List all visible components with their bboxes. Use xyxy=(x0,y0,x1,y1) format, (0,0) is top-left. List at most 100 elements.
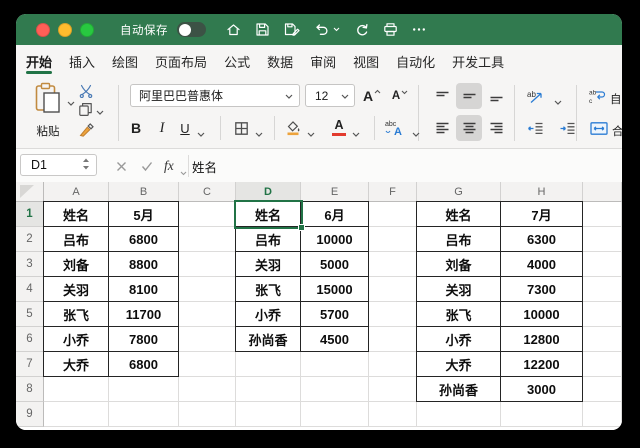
grid-cell-extra-9[interactable] xyxy=(583,402,622,427)
align-middle-button[interactable] xyxy=(456,83,482,109)
column-header-C[interactable]: C xyxy=(179,182,236,202)
grid-cell-E8[interactable] xyxy=(301,377,369,402)
phonetic-chevron-icon[interactable] xyxy=(412,125,420,143)
cell-G6[interactable]: 小乔 xyxy=(417,327,501,352)
cell-A2[interactable]: 吕布 xyxy=(44,227,109,252)
grid-cell-F2[interactable] xyxy=(369,227,417,252)
grid-cell-D7[interactable] xyxy=(236,352,301,377)
grid-cell-A9[interactable] xyxy=(44,402,109,427)
ribbon-tab-9[interactable]: 自动化 xyxy=(396,45,435,78)
cell-H5[interactable]: 10000 xyxy=(501,302,583,327)
print-icon[interactable] xyxy=(383,22,398,37)
save-as-icon[interactable] xyxy=(284,22,300,37)
align-left-button[interactable] xyxy=(430,116,454,140)
select-all-corner[interactable] xyxy=(16,182,44,202)
grid-cell-C8[interactable] xyxy=(179,377,236,402)
grid-cell-G9[interactable] xyxy=(417,402,501,427)
grid-cell-C6[interactable] xyxy=(179,327,236,352)
grid-cell-extra-8[interactable] xyxy=(583,377,622,402)
grid-cell-B9[interactable] xyxy=(109,402,179,427)
grid-cell-C9[interactable] xyxy=(179,402,236,427)
merge-center-label[interactable]: 合并后居中 xyxy=(612,123,622,139)
grid-cell-D9[interactable] xyxy=(236,402,301,427)
grid-cell-F6[interactable] xyxy=(369,327,417,352)
merge-center-icon[interactable] xyxy=(588,116,610,140)
grid-cell-C5[interactable] xyxy=(179,302,236,327)
ribbon-tab-4[interactable]: 页面布局 xyxy=(155,45,207,78)
underline-chevron-icon[interactable] xyxy=(197,125,205,143)
ribbon-tab-3[interactable]: 绘图 xyxy=(112,45,138,78)
column-header-D[interactable]: D xyxy=(236,182,301,202)
row-header-8[interactable]: 8 xyxy=(16,377,44,402)
cell-E2[interactable]: 10000 xyxy=(301,227,369,252)
column-header-B[interactable]: B xyxy=(109,182,179,202)
cell-H2[interactable]: 6300 xyxy=(501,227,583,252)
font-color-icon[interactable]: A xyxy=(330,115,348,139)
column-header-H[interactable]: H xyxy=(501,182,583,202)
cell-A6[interactable]: 小乔 xyxy=(44,327,109,352)
grid-cell-F8[interactable] xyxy=(369,377,417,402)
row-header-4[interactable]: 4 xyxy=(16,277,44,302)
column-header-extra[interactable] xyxy=(583,182,622,202)
decrease-indent-icon[interactable] xyxy=(522,116,548,140)
home-icon[interactable] xyxy=(226,22,241,37)
cell-D5[interactable]: 小乔 xyxy=(236,302,301,327)
save-icon[interactable] xyxy=(255,22,270,37)
grid-cell-F7[interactable] xyxy=(369,352,417,377)
bold-button[interactable]: B xyxy=(126,116,146,140)
close-button[interactable] xyxy=(36,23,50,37)
grid-cell-F5[interactable] xyxy=(369,302,417,327)
cell-A3[interactable]: 刘备 xyxy=(44,252,109,277)
paste-chevron-icon[interactable] xyxy=(67,94,75,112)
align-top-button[interactable] xyxy=(430,84,454,108)
cell-G3[interactable]: 刘备 xyxy=(417,252,501,277)
align-center-button[interactable] xyxy=(456,115,482,141)
ribbon-tab-5[interactable]: 公式 xyxy=(224,45,250,78)
enter-icon[interactable] xyxy=(138,157,156,175)
ribbon-tab-2[interactable]: 插入 xyxy=(69,45,95,78)
grid-cell-D8[interactable] xyxy=(236,377,301,402)
grid-cell-E9[interactable] xyxy=(301,402,369,427)
cell-A5[interactable]: 张飞 xyxy=(44,302,109,327)
grid-cell-F1[interactable] xyxy=(369,202,417,227)
cancel-icon[interactable] xyxy=(112,157,130,175)
grid-cell-extra-4[interactable] xyxy=(583,277,622,302)
ribbon-tab-8[interactable]: 视图 xyxy=(353,45,379,78)
column-header-G[interactable]: G xyxy=(417,182,501,202)
name-box[interactable]: D1 xyxy=(20,154,97,176)
cell-A4[interactable]: 关羽 xyxy=(44,277,109,302)
cell-D3[interactable]: 关羽 xyxy=(236,252,301,277)
align-bottom-button[interactable] xyxy=(484,84,508,108)
paste-icon[interactable] xyxy=(33,82,63,121)
row-header-6[interactable]: 6 xyxy=(16,327,44,352)
formula-content[interactable]: 姓名 xyxy=(192,149,217,183)
grid-cell-C1[interactable] xyxy=(179,202,236,227)
minimize-button[interactable] xyxy=(58,23,72,37)
copy-chevron-icon[interactable] xyxy=(96,103,104,121)
grid-cell-C7[interactable] xyxy=(179,352,236,377)
fx-chevron-icon[interactable] xyxy=(180,163,187,181)
cell-D4[interactable]: 张飞 xyxy=(236,277,301,302)
grid-cell-extra-7[interactable] xyxy=(583,352,622,377)
ribbon-tab-10[interactable]: 开发工具 xyxy=(452,45,504,78)
grid-cell-extra-3[interactable] xyxy=(583,252,622,277)
ribbon-tab-1[interactable]: 开始 xyxy=(26,45,52,78)
cell-D1[interactable]: 姓名 xyxy=(236,202,301,227)
align-right-button[interactable] xyxy=(484,116,508,140)
cell-G2[interactable]: 吕布 xyxy=(417,227,501,252)
cut-icon[interactable] xyxy=(79,84,93,103)
redo-icon[interactable] xyxy=(354,22,369,37)
grid-cell-B8[interactable] xyxy=(109,377,179,402)
cell-B7[interactable]: 6800 xyxy=(109,352,179,377)
cell-G8[interactable]: 孙尚香 xyxy=(417,377,501,402)
grid-cell-F9[interactable] xyxy=(369,402,417,427)
grid-cell-extra-5[interactable] xyxy=(583,302,622,327)
insert-function-icon[interactable]: fx xyxy=(164,157,174,175)
name-box-stepper[interactable] xyxy=(82,157,90,174)
cell-H6[interactable]: 12800 xyxy=(501,327,583,352)
cell-H4[interactable]: 7300 xyxy=(501,277,583,302)
autosave-toggle[interactable] xyxy=(177,22,206,37)
wrap-text-label[interactable]: 自动换行 xyxy=(610,91,622,107)
orientation-icon[interactable]: ab xyxy=(522,84,548,108)
wrap-text-icon[interactable]: abc xyxy=(586,84,608,108)
